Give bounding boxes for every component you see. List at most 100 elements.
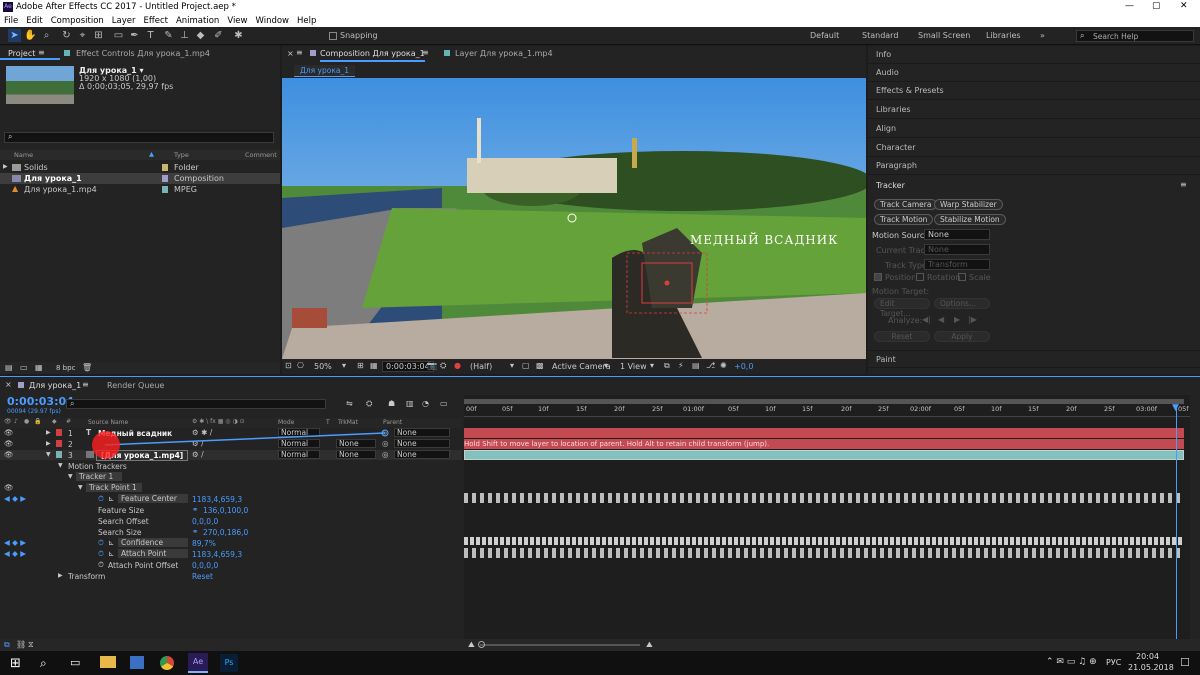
project-item-footage[interactable]: ▲ Для урока_1.mp4 MPEG	[0, 184, 280, 195]
zoom-tool-icon[interactable]: ⌕	[40, 29, 53, 42]
work-area-bar[interactable]	[464, 399, 1184, 404]
property-value[interactable]: 270,0,186,0	[203, 528, 248, 537]
hand-tool-icon[interactable]: ✋	[24, 29, 37, 42]
toggle-modes-icon[interactable]: ⛓	[16, 640, 26, 649]
rectangle-tool-icon[interactable]: ▭	[112, 29, 125, 42]
zoom-out-icon[interactable]: ⛰	[468, 640, 475, 650]
flowchart-icon[interactable]: ⎇	[706, 361, 715, 370]
zoom-slider-thumb[interactable]	[478, 641, 485, 648]
menu-composition[interactable]: Composition	[51, 16, 104, 26]
camera-select[interactable]: Active Camera	[552, 362, 611, 371]
selection-tool-icon[interactable]: ➤	[8, 29, 21, 42]
pan-behind-tool-icon[interactable]: ⊞	[92, 29, 105, 42]
exposure-value[interactable]: +0,0	[734, 362, 753, 371]
timeline-search-input[interactable]: ⌕	[66, 399, 326, 409]
track-motion-button[interactable]: Track Motion	[874, 214, 934, 225]
project-item-comp[interactable]: Для урока_1 Composition	[0, 173, 280, 184]
property-tracker1[interactable]: ▼ Tracker 1	[0, 472, 462, 482]
project-item-solids[interactable]: ▶ Solids Folder	[0, 162, 280, 173]
zoom-select[interactable]: 50%	[314, 362, 332, 371]
close-tab-icon[interactable]: ×	[287, 49, 294, 58]
overlay-text-layer[interactable]: МЕДНЫЙ ВСАДНИК	[690, 233, 838, 247]
render-queue-tab[interactable]: Render Queue	[107, 381, 164, 390]
snapping-checkbox[interactable]	[329, 32, 337, 40]
property-attach-offset[interactable]: ⏱ Attach Point Offset 0,0,0,0	[0, 560, 462, 570]
graph-icon[interactable]: ⊾	[108, 549, 114, 558]
options-button[interactable]: Options...	[934, 298, 990, 309]
maximize-button[interactable]: ▢	[1152, 1, 1161, 11]
track-camera-button[interactable]: Track Camera	[874, 199, 938, 210]
property-value[interactable]: 89,7%	[192, 539, 216, 548]
layer-tab[interactable]: Layer Для урока_1.mp4	[455, 49, 553, 58]
resolution-select[interactable]: (Half)	[470, 362, 492, 371]
column-comment[interactable]: Comment	[245, 151, 277, 159]
rotation-checkbox[interactable]	[916, 273, 924, 281]
expand-arrow-icon[interactable]: ▶	[58, 572, 63, 579]
zoom-slider[interactable]	[480, 644, 640, 646]
after-effects-taskbar-icon[interactable]: Ae	[188, 653, 208, 673]
panel-menu-icon[interactable]: ≡	[38, 48, 45, 57]
project-tab[interactable]: Project ≡	[0, 46, 60, 60]
time-graph[interactable]: 00f 05f 10f 15f 20f 25f 01:00f 05f 10f 1…	[464, 395, 1190, 640]
graph-editor-icon[interactable]: ▭	[440, 399, 448, 408]
libraries-panel[interactable]: Libraries	[868, 101, 1200, 119]
clock-date[interactable]: 21.05.2018	[1128, 663, 1174, 672]
chevron-down-icon[interactable]: ▾	[650, 361, 654, 370]
collapse-arrow-icon[interactable]: ▼	[78, 484, 83, 491]
property-search-offset[interactable]: Search Offset 0,0,0,0	[0, 516, 462, 526]
menu-animation[interactable]: Animation	[176, 16, 219, 26]
property-transform[interactable]: ▶ Transform Reset	[0, 571, 462, 581]
project-search-input[interactable]: ⌕	[4, 132, 274, 143]
current-track-select[interactable]: None	[924, 244, 990, 255]
search-help-box[interactable]: ⌕ Search Help	[1076, 30, 1194, 42]
text-tool-icon[interactable]: T	[144, 29, 157, 42]
property-value[interactable]: 0,0,0,0	[192, 561, 218, 570]
language-indicator[interactable]: РУС	[1106, 658, 1121, 667]
motion-source-select[interactable]: None	[924, 229, 990, 240]
property-feature-size[interactable]: Feature Size ⚭ 136,0,100,0	[0, 505, 462, 515]
transparency-grid-icon[interactable]: ▩	[536, 361, 544, 370]
playhead[interactable]	[1176, 405, 1177, 640]
color-channel-icon[interactable]: ●	[454, 361, 461, 370]
channel-icon[interactable]: ⛭	[440, 361, 446, 371]
stopwatch-icon[interactable]: ⏱	[98, 560, 104, 570]
workspace-small-screen[interactable]: Small Screen	[918, 31, 970, 40]
brush-tool-icon[interactable]: ✎	[162, 29, 175, 42]
system-tray-icons[interactable]: ⌃ ✉ ▭ ♫ ⊕	[1046, 657, 1097, 667]
column-type[interactable]: Type	[174, 151, 189, 159]
panel-menu-icon[interactable]: ≡	[1180, 180, 1187, 189]
save-app-icon[interactable]	[130, 656, 144, 669]
transform-reset[interactable]: Reset	[192, 572, 213, 581]
effects-presets-panel[interactable]: Effects & Presets	[868, 82, 1200, 100]
warp-stabilizer-button[interactable]: Warp Stabilizer	[934, 199, 1003, 210]
task-view-icon[interactable]: ▭	[70, 656, 80, 669]
expand-arrow-icon[interactable]: ▶	[3, 163, 8, 170]
camera-tool-icon[interactable]: ⌖	[76, 29, 89, 42]
eye-icon[interactable]: 👁	[4, 483, 14, 492]
character-panel[interactable]: Character	[868, 139, 1200, 157]
column-trkmat[interactable]: TrkMat	[338, 419, 358, 426]
keyframe-nav-icon[interactable]: ◀ ◆ ▶	[4, 538, 26, 547]
column-mode[interactable]: Mode	[278, 419, 294, 426]
info-panel[interactable]: Info	[868, 46, 1200, 64]
apply-button[interactable]: Apply	[934, 331, 990, 342]
timeline-timecode[interactable]: 0:00:03:04	[7, 395, 74, 408]
exposure-reset-icon[interactable]: ✺	[720, 361, 727, 370]
safe-zones-icon[interactable]: ⊞	[357, 361, 364, 370]
panel-menu-icon[interactable]: ≡	[296, 48, 303, 57]
fast-preview-icon[interactable]: ⚡	[678, 361, 684, 370]
workspace-default[interactable]: Default	[810, 31, 839, 40]
stopwatch-icon[interactable]: ⏱	[98, 538, 104, 548]
file-explorer-icon[interactable]	[100, 656, 116, 668]
new-comp-icon[interactable]: ▦	[35, 363, 43, 372]
reset-button[interactable]: Reset	[874, 331, 930, 342]
shy-layers-icon[interactable]: ☗	[388, 399, 395, 408]
analyze-next-icon[interactable]: |▶	[968, 315, 977, 324]
zoom-in-icon[interactable]: ⛰	[646, 640, 653, 650]
layer-bar-2[interactable]: Hold Shift to move layer to location of …	[464, 439, 1184, 449]
close-tab-icon[interactable]: ×	[5, 380, 12, 389]
puppet-pin-tool-icon[interactable]: ✱	[232, 29, 245, 42]
roto-brush-tool-icon[interactable]: ✐	[212, 29, 225, 42]
close-button[interactable]: ✕	[1180, 1, 1188, 11]
current-time-field[interactable]: 0:00:03:04	[382, 361, 434, 372]
